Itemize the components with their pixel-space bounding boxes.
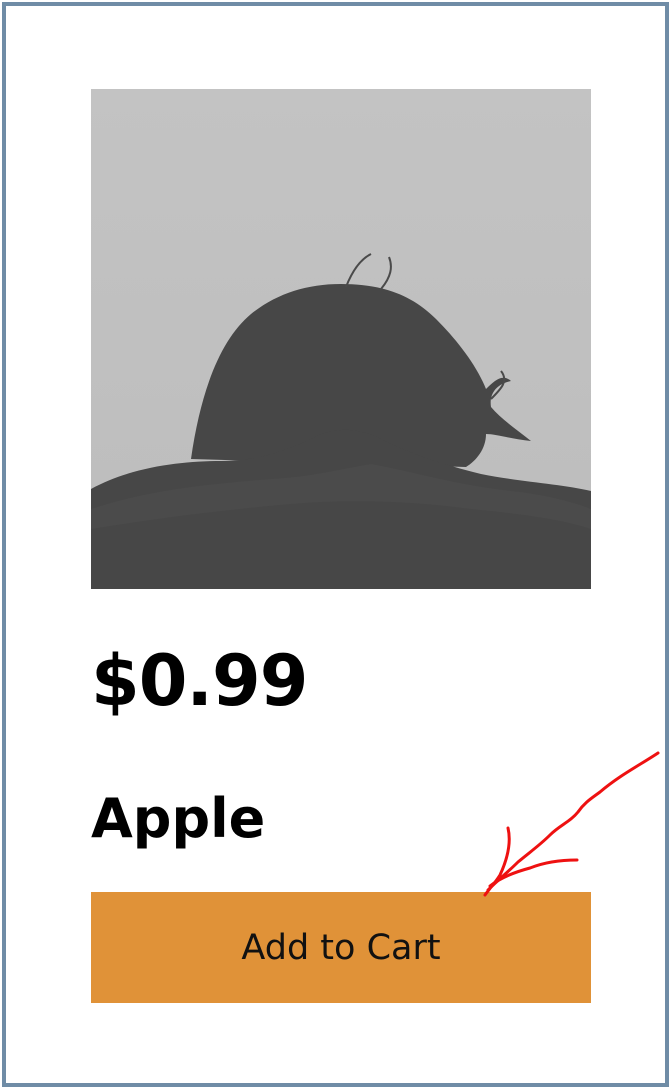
product-price: $0.99: [91, 640, 308, 722]
add-to-cart-button[interactable]: Add to Cart: [91, 892, 591, 1003]
product-card: $0.99 Apple Add to Cart: [2, 2, 669, 1087]
product-image: [91, 89, 591, 589]
product-name: Apple: [91, 787, 266, 850]
person-silhouette-icon: [91, 89, 591, 589]
